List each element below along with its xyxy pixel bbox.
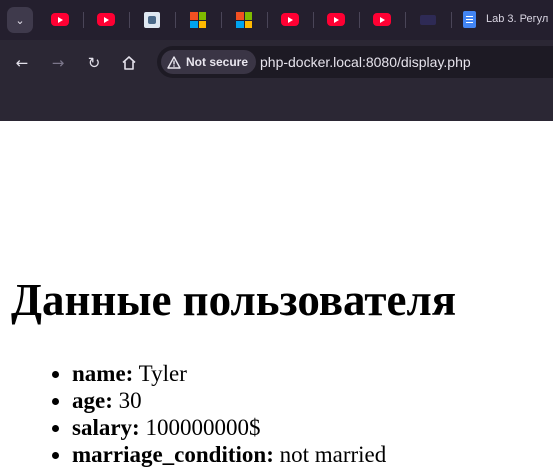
- field-key: salary:: [72, 415, 140, 440]
- tab-divider: [405, 12, 406, 28]
- tab-youtube-4[interactable]: [327, 11, 345, 29]
- tab-search-button[interactable]: ⌄: [7, 7, 33, 33]
- microsoft-icon: [190, 12, 206, 28]
- list-item-age: age: 30: [72, 387, 386, 414]
- tab-dark-site[interactable]: [419, 11, 437, 29]
- home-icon: [122, 56, 136, 70]
- browser-toolbar: ← → ↻ Not secure php-docker.local:8080/d…: [0, 40, 553, 86]
- field-value: 100000000$: [139, 415, 261, 440]
- home-button[interactable]: [119, 53, 139, 73]
- tab-divider: [83, 12, 84, 28]
- field-value: not married: [273, 442, 387, 467]
- address-bar[interactable]: Not secure php-docker.local:8080/display…: [157, 46, 553, 78]
- forward-button[interactable]: →: [48, 53, 68, 73]
- security-label: Not secure: [186, 55, 249, 69]
- tab-youtube-5[interactable]: [373, 11, 391, 29]
- tab-microsoft-2[interactable]: [235, 11, 253, 29]
- back-button[interactable]: ←: [12, 53, 32, 73]
- tab-extension[interactable]: [143, 11, 161, 29]
- field-key: name:: [72, 361, 134, 386]
- arrow-right-icon: →: [51, 54, 65, 72]
- tab-microsoft-1[interactable]: [189, 11, 207, 29]
- extension-icon: [144, 12, 160, 28]
- field-key: marriage_condition:: [72, 442, 274, 467]
- list-item-marriage-condition: marriage_condition: not married: [72, 441, 386, 468]
- tab-divider: [175, 12, 176, 28]
- tab-strip: ⌄ Lab 3. Регул: [0, 0, 553, 40]
- tab-youtube-1[interactable]: [51, 11, 69, 29]
- active-tab-title[interactable]: Lab 3. Регул: [486, 13, 548, 25]
- arrow-left-icon: ←: [15, 54, 29, 72]
- field-value: 30: [112, 388, 142, 413]
- youtube-icon: [281, 13, 299, 26]
- tab-active[interactable]: [463, 11, 481, 29]
- youtube-icon: [51, 13, 69, 26]
- microsoft-icon: [236, 12, 252, 28]
- field-value: Tyler: [133, 361, 187, 386]
- list-item-name: name: Tyler: [72, 360, 386, 387]
- tab-youtube-2[interactable]: [97, 11, 115, 29]
- tab-youtube-3[interactable]: [281, 11, 299, 29]
- youtube-icon: [97, 13, 115, 26]
- tab-divider: [359, 12, 360, 28]
- field-key: age:: [72, 388, 113, 413]
- tab-divider: [451, 12, 452, 28]
- user-data-list: name: Tyler age: 30 salary: 100000000$ m…: [32, 360, 386, 468]
- bookmarks-bar: [0, 86, 553, 121]
- url-text[interactable]: php-docker.local:8080/display.php: [260, 54, 471, 70]
- page-title: Данные пользователя: [11, 275, 457, 325]
- list-item-salary: salary: 100000000$: [72, 414, 386, 441]
- warning-icon: [167, 55, 181, 69]
- chevron-down-icon: ⌄: [15, 13, 25, 27]
- tab-divider: [221, 12, 222, 28]
- browser-chrome: ⌄ Lab 3. Регул ← → ↻ Not secure php-dock…: [0, 0, 553, 121]
- security-indicator[interactable]: Not secure: [161, 50, 257, 74]
- youtube-icon: [327, 13, 345, 26]
- reload-icon: ↻: [87, 54, 101, 72]
- tab-divider: [313, 12, 314, 28]
- reload-button[interactable]: ↻: [84, 53, 104, 73]
- google-docs-icon: [463, 11, 476, 28]
- tab-divider: [129, 12, 130, 28]
- youtube-icon: [373, 13, 391, 26]
- tab-divider: [267, 12, 268, 28]
- dark-site-icon: [420, 15, 436, 25]
